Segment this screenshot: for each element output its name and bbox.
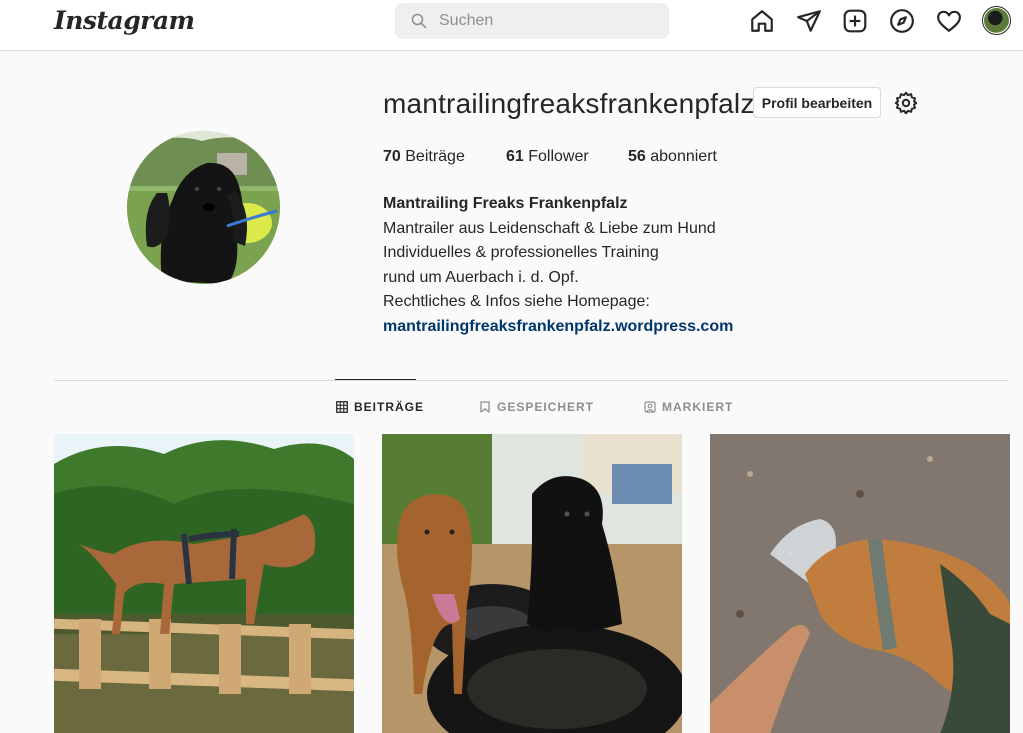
- new-post-icon[interactable]: [842, 8, 868, 34]
- active-tab-indicator: [335, 379, 416, 380]
- post-thumbnail[interactable]: [54, 434, 354, 733]
- search-icon: [411, 13, 427, 29]
- tab-tagged[interactable]: MARKIERT: [644, 400, 733, 414]
- tab-posts[interactable]: BEITRÄGE: [336, 400, 424, 414]
- website-link[interactable]: mantrailingfreaksfrankenpfalz.wordpress.…: [383, 315, 733, 340]
- tabs-divider: [54, 380, 1009, 381]
- home-icon[interactable]: [749, 8, 775, 34]
- settings-gear-icon[interactable]: [894, 91, 918, 115]
- bio-line: Rechtliches & Infos siehe Homepage:: [383, 293, 650, 310]
- direct-icon[interactable]: [796, 8, 822, 34]
- grid-icon: [336, 401, 348, 413]
- profile-bio: Mantrailing Freaks Frankenpfalz Mantrail…: [383, 192, 733, 339]
- tab-saved[interactable]: GESPEICHERT: [479, 400, 594, 414]
- following-link[interactable]: 56 abonniert: [628, 148, 717, 166]
- posts-count: 70 Beiträge: [383, 148, 465, 165]
- followers-link[interactable]: 61 Follower: [506, 148, 589, 166]
- bio-line: Mantrailer aus Leidenschaft & Liebe zum …: [383, 219, 716, 237]
- bookmark-icon: [480, 401, 490, 413]
- profile-username: mantrailingfreaksfrankenpfalz: [383, 88, 755, 119]
- bio-line: Individuelles & professionelles Training: [383, 244, 659, 261]
- search-box[interactable]: [395, 3, 669, 39]
- bio-line: rund um Auerbach i. d. Opf.: [383, 268, 579, 286]
- heart-icon[interactable]: [936, 8, 962, 34]
- profile-picture[interactable]: [127, 131, 280, 284]
- post-thumbnail[interactable]: [710, 434, 1010, 733]
- search-input[interactable]: [439, 3, 659, 39]
- post-thumbnail[interactable]: [382, 434, 682, 733]
- profile-display-name: Mantrailing Freaks Frankenpfalz: [383, 195, 628, 212]
- profile-avatar-small[interactable]: [982, 6, 1011, 35]
- edit-profile-button[interactable]: Profil bearbeiten: [753, 87, 881, 118]
- explore-icon[interactable]: [889, 8, 915, 34]
- instagram-logo[interactable]: Instagram: [54, 6, 195, 35]
- top-navigation: Instagram: [0, 0, 1023, 51]
- tagged-icon: [644, 401, 656, 413]
